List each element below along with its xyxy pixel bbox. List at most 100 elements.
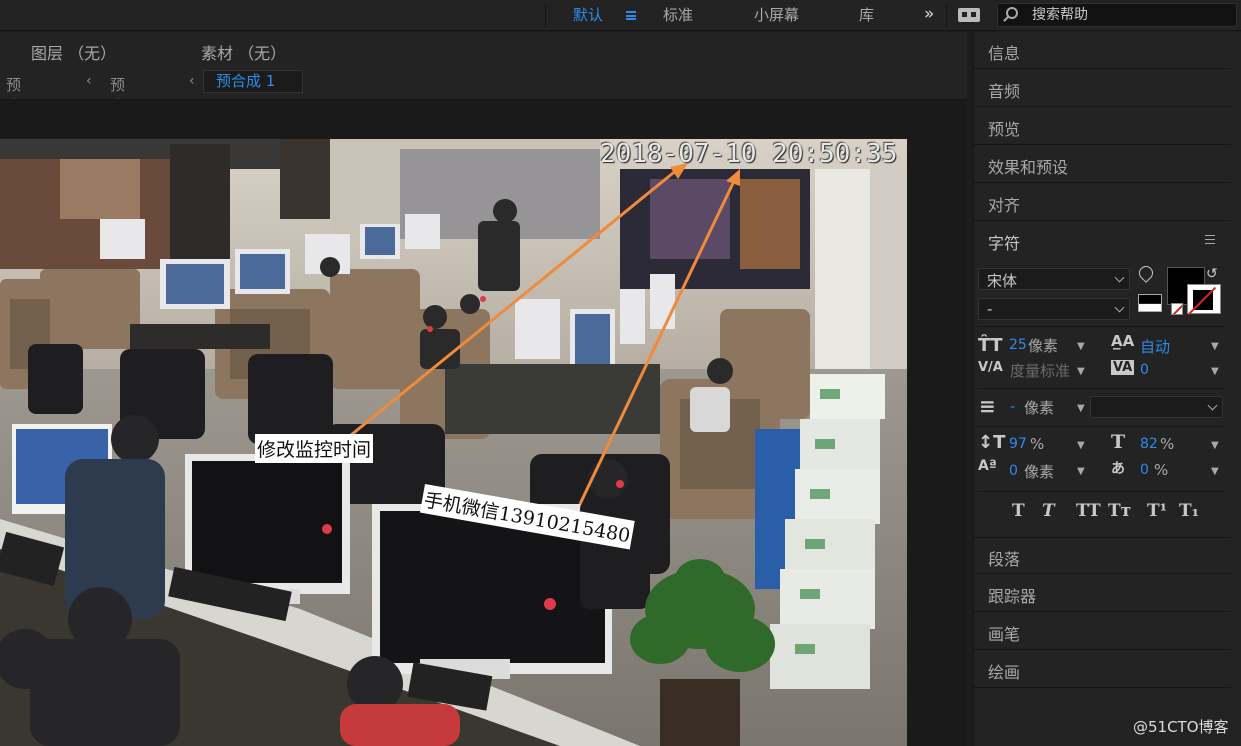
panel-paint-label: 绘画 <box>988 663 1021 682</box>
horizontal-scale-icon: T <box>1111 431 1126 453</box>
horizontal-scale-unit: % <box>1160 435 1175 453</box>
default-colors-icon[interactable] <box>1138 294 1162 312</box>
kerning-value[interactable]: 度量标准 <box>1010 360 1070 381</box>
font-family-value: 宋体 <box>987 272 1018 290</box>
leading-value[interactable]: 自动 <box>1140 336 1170 357</box>
panel-paragraph[interactable]: 段落 <box>974 537 1231 574</box>
panel-audio-label: 音频 <box>988 82 1021 101</box>
panel-align-label: 对齐 <box>988 196 1021 215</box>
font-style-select[interactable]: - <box>978 298 1130 320</box>
breadcrumb-precomp-1[interactable]: 预合成 1 <box>203 70 303 93</box>
subscript-button[interactable]: T₁ <box>1179 501 1199 521</box>
font-style-value: - <box>987 300 993 318</box>
tsume-value[interactable]: 0 <box>1140 462 1149 478</box>
tracking-value[interactable]: 0 <box>1140 362 1149 378</box>
small-caps-button[interactable]: Tт <box>1108 501 1131 521</box>
panel-brushes-label: 画笔 <box>988 625 1021 644</box>
stroke-width-icon: ≡ <box>979 394 996 418</box>
chevron-down-icon <box>1114 272 1125 283</box>
no-color-icon[interactable] <box>1171 303 1183 315</box>
kerning-icon: V/A <box>978 360 1003 375</box>
video-frame: 2018-07-10 20:50:35 修改监控时间 手机微信139102154… <box>0 139 907 746</box>
faux-italic-button[interactable]: T <box>1042 501 1055 521</box>
text-layer-modify-time[interactable]: 修改监控时间 <box>255 434 374 463</box>
vertical-scale-unit: % <box>1030 435 1045 453</box>
superscript-button[interactable]: T¹ <box>1147 501 1167 521</box>
panel-paragraph-label: 段落 <box>988 550 1021 569</box>
vertical-scale-dropdown-icon[interactable]: ▼ <box>1077 440 1085 451</box>
font-size-value[interactable]: 25 <box>1009 337 1027 353</box>
chevron-left-icon: ‹ <box>189 73 195 89</box>
baseline-shift-icon: Aª <box>978 458 997 474</box>
workspace-bar: 默认 标准 小屏幕 库 » 搜索帮助 <box>0 0 1241 31</box>
workspace-layout-icon[interactable] <box>958 8 980 22</box>
font-size-unit: 像素 <box>1028 337 1059 355</box>
horizontal-scale-value[interactable]: 82 <box>1140 436 1158 452</box>
kerning-dropdown-icon[interactable]: ▼ <box>1077 366 1085 377</box>
panel-info[interactable]: 信息 <box>974 32 1231 69</box>
search-placeholder: 搜索帮助 <box>1032 7 1088 23</box>
panel-preview[interactable]: 预览 <box>974 108 1231 145</box>
vertical-scale-value[interactable]: 97 <box>1009 436 1027 452</box>
watermark: @51CTO博客 <box>1133 718 1229 736</box>
horizontal-scale-dropdown-icon[interactable]: ▼ <box>1211 440 1219 451</box>
video-timestamp: 2018-07-10 20:50:35 <box>600 139 898 169</box>
tracking-icon: VA <box>1111 360 1135 375</box>
faux-bold-button[interactable]: T <box>1012 501 1025 521</box>
font-size-icon: T̂T <box>978 335 1003 356</box>
character-panel: 宋体 - ↺ T̂T 25 像素 ▼ A̲A 自动 ▼ V/A 度量标准 ▼ V… <box>974 222 1231 521</box>
workspace-menu-icon[interactable] <box>626 11 636 20</box>
stroke-width-unit: 像素 <box>1024 399 1055 417</box>
workspace-separator <box>545 4 546 28</box>
workspace-libraries[interactable]: 库 <box>859 0 874 31</box>
search-help-input[interactable]: 搜索帮助 <box>997 3 1237 27</box>
leading-icon: A̲A <box>1111 332 1135 350</box>
panel-tracker[interactable]: 跟踪器 <box>974 575 1231 612</box>
panel-preview-label: 预览 <box>988 120 1021 139</box>
vertical-scale-icon: ↕T <box>978 432 1006 453</box>
swap-colors-icon[interactable]: ↺ <box>1206 266 1218 282</box>
panel-audio[interactable]: 音频 <box>974 70 1231 107</box>
workspace-default[interactable]: 默认 <box>573 0 603 31</box>
separator <box>977 426 1225 427</box>
text-format-buttons: T T TT Tт T¹ T₁ <box>974 501 1231 525</box>
separator <box>977 326 1225 327</box>
chevron-down-icon <box>1114 302 1125 313</box>
tracking-dropdown-icon[interactable]: ▼ <box>1211 366 1219 377</box>
separator <box>977 388 1225 389</box>
more-workspaces-icon[interactable]: » <box>924 0 935 31</box>
tsume-dropdown-icon[interactable]: ▼ <box>1211 466 1219 477</box>
panel-tracker-label: 跟踪器 <box>988 587 1037 606</box>
workspace-separator <box>946 4 947 28</box>
stroke-style-select[interactable] <box>1090 396 1223 418</box>
workspace-small-screen[interactable]: 小屏幕 <box>754 0 799 31</box>
stroke-width-value[interactable]: - <box>1010 399 1015 415</box>
font-family-select[interactable]: 宋体 <box>978 268 1130 290</box>
cctv-scene-image <box>0 139 907 746</box>
tab-footage[interactable]: 素材 （无） <box>201 40 286 64</box>
baseline-dropdown-icon[interactable]: ▼ <box>1077 466 1085 477</box>
tsume-unit: % <box>1154 461 1169 479</box>
search-icon <box>1006 7 1018 19</box>
workspace-standard[interactable]: 标准 <box>663 0 693 31</box>
baseline-shift-unit: 像素 <box>1024 463 1055 481</box>
baseline-shift-value[interactable]: 0 <box>1009 463 1018 479</box>
right-panels: 信息 音频 预览 效果和预设 对齐 字符 宋体 - ↺ T̂T 25 像素 ▼ … <box>973 32 1241 746</box>
panel-brushes[interactable]: 画笔 <box>974 613 1231 650</box>
leading-dropdown-icon[interactable]: ▼ <box>1211 341 1219 352</box>
panel-effects-label: 效果和预设 <box>988 158 1069 177</box>
eyedropper-icon[interactable] <box>1136 263 1156 283</box>
separator <box>977 491 1225 492</box>
panel-align[interactable]: 对齐 <box>974 184 1231 221</box>
tab-layer[interactable]: 图层 （无） <box>31 40 116 64</box>
chevron-down-icon <box>1207 400 1218 411</box>
panel-effects-presets[interactable]: 效果和预设 <box>974 146 1231 183</box>
chevron-left-icon: ‹ <box>86 73 92 89</box>
all-caps-button[interactable]: TT <box>1076 501 1101 521</box>
composition-viewer[interactable]: 2018-07-10 20:50:35 修改监控时间 手机微信139102154… <box>0 100 967 746</box>
panel-paint[interactable]: 绘画 <box>974 651 1231 688</box>
stroke-width-dropdown-icon[interactable]: ▼ <box>1077 403 1085 414</box>
stroke-color-swatch[interactable] <box>1187 284 1221 314</box>
tsume-icon: あ <box>1111 461 1125 477</box>
font-size-dropdown-icon[interactable]: ▼ <box>1077 341 1085 352</box>
